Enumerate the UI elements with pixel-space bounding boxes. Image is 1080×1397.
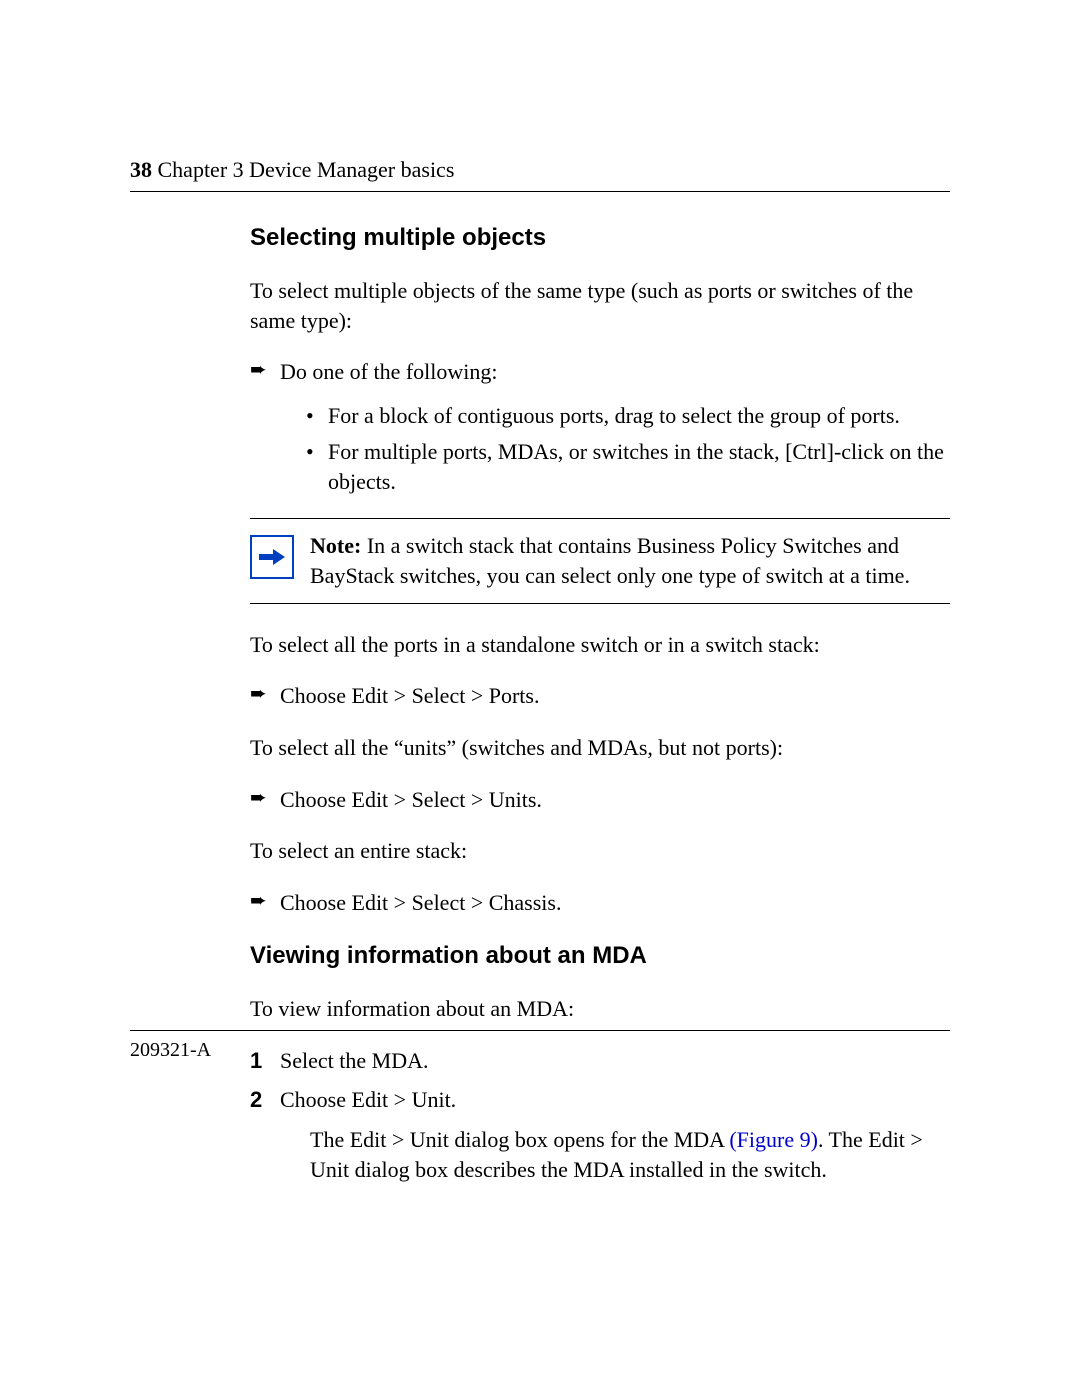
- numbered-list: Select the MDA. Choose Edit > Unit. The …: [250, 1046, 950, 1185]
- page-footer: 209321-A: [130, 1030, 950, 1064]
- procedure-step: Choose Edit > Select > Chassis.: [250, 888, 950, 918]
- intro-paragraph: To select multiple objects of the same t…: [250, 276, 950, 335]
- procedure-list: Do one of the following: For a block of …: [250, 357, 950, 496]
- note-callout: Note: In a switch stack that contains Bu…: [250, 518, 950, 603]
- arrow-right-icon: [250, 535, 294, 579]
- procedure-step: Choose Edit > Select > Units.: [250, 785, 950, 815]
- paragraph: To select all the “units” (switches and …: [250, 733, 950, 763]
- step-text: Choose Edit > Unit.: [280, 1087, 456, 1112]
- result-text-a: The Edit > Unit dialog box opens for the…: [310, 1127, 729, 1152]
- sub-bullet: For multiple ports, MDAs, or switches in…: [306, 437, 950, 496]
- figure-link[interactable]: (Figure 9): [729, 1127, 818, 1152]
- sub-bullet: For a block of contiguous ports, drag to…: [306, 401, 950, 431]
- heading-viewing-mda: Viewing information about an MDA: [250, 940, 950, 972]
- note-label: Note:: [310, 533, 361, 558]
- heading-selecting-multiple-objects: Selecting multiple objects: [250, 222, 950, 254]
- sub-bullet-list: For a block of contiguous ports, drag to…: [306, 401, 950, 496]
- running-header: 38 Chapter 3 Device Manager basics: [130, 155, 950, 192]
- paragraph: To select an entire stack:: [250, 836, 950, 866]
- document-id: 209321-A: [130, 1037, 950, 1064]
- chapter-title-text: Chapter 3 Device Manager basics: [158, 157, 455, 182]
- paragraph: To select all the ports in a standalone …: [250, 630, 950, 660]
- step-text: Do one of the following:: [280, 359, 498, 384]
- numbered-step: Choose Edit > Unit. The Edit > Unit dial…: [250, 1085, 950, 1184]
- procedure-list: Choose Edit > Select > Ports.: [250, 681, 950, 711]
- procedure-step: Choose Edit > Select > Ports.: [250, 681, 950, 711]
- step-result: The Edit > Unit dialog box opens for the…: [310, 1125, 950, 1184]
- note-text: Note: In a switch stack that contains Bu…: [310, 531, 950, 590]
- footer-rule: [130, 1030, 950, 1031]
- intro-paragraph: To view information about an MDA:: [250, 994, 950, 1024]
- procedure-list: Choose Edit > Select > Chassis.: [250, 888, 950, 918]
- procedure-step: Do one of the following: For a block of …: [250, 357, 950, 496]
- note-body: In a switch stack that contains Business…: [310, 533, 910, 588]
- procedure-list: Choose Edit > Select > Units.: [250, 785, 950, 815]
- page-number: 38: [130, 157, 152, 182]
